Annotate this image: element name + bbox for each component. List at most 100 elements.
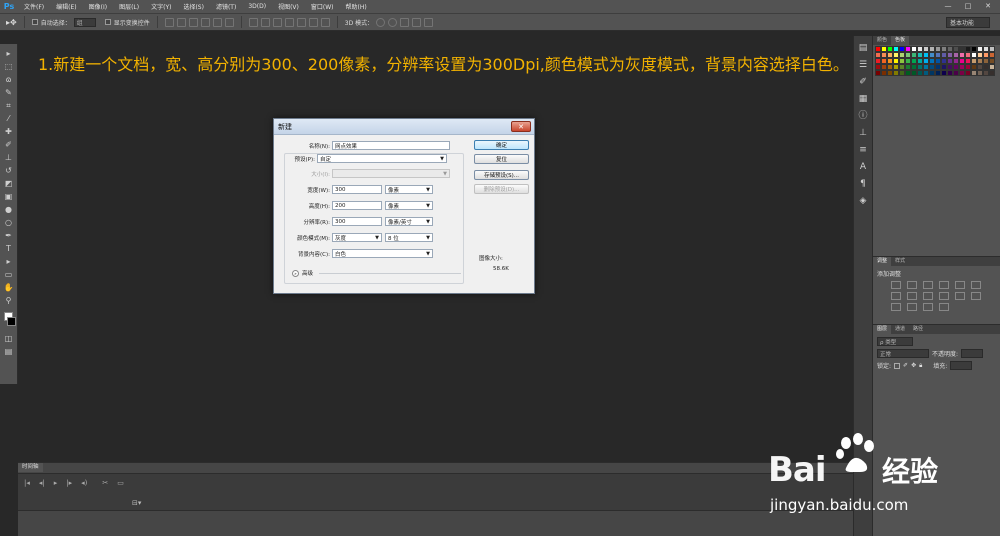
hand-tool-icon[interactable]: ✋ [2, 282, 15, 294]
lock-transparency-icon[interactable] [894, 362, 901, 369]
color-lookup-icon[interactable] [955, 292, 965, 300]
threshold-icon[interactable] [907, 303, 917, 311]
distribute-top-icon[interactable] [248, 17, 258, 27]
tab-adjustments[interactable]: 调整 [873, 257, 892, 266]
align-left-icon[interactable] [200, 17, 210, 27]
resolution-unit-select[interactable]: 像素/英寸 ▼ [385, 217, 433, 226]
tab-swatches[interactable]: 色板 [891, 36, 910, 45]
advanced-toggle[interactable]: » 高级 [292, 269, 462, 277]
hue-saturation-icon[interactable] [971, 281, 981, 289]
screen-mode-icon[interactable]: ▤ [2, 346, 15, 358]
gradient-map-icon[interactable] [923, 303, 933, 311]
distribute-vcenter-icon[interactable] [260, 17, 270, 27]
lock-all-icon[interactable]: 🔒︎ [919, 362, 922, 370]
next-frame-icon[interactable]: |▸ [66, 479, 72, 487]
character-panel-icon[interactable]: A [857, 161, 869, 173]
blur-tool-icon[interactable]: ● [2, 204, 15, 216]
opacity-input[interactable] [961, 349, 984, 358]
play-icon[interactable]: ▸ [54, 479, 58, 487]
paragraph-styles-icon[interactable]: ¶ [857, 178, 869, 190]
posterize-icon[interactable] [891, 303, 901, 311]
frames-menu-icon[interactable]: ⊟▾ [132, 499, 141, 507]
eraser-tool-icon[interactable]: ◩ [2, 178, 15, 190]
brush-panel-icon[interactable]: ✐ [857, 76, 869, 88]
menu-window[interactable]: 窗口(W) [305, 2, 340, 11]
color-mode-select[interactable]: 灰度 ▼ [332, 233, 382, 242]
tab-timeline[interactable]: 时间轴 [18, 463, 43, 472]
channel-mixer-icon[interactable] [939, 292, 949, 300]
menu-select[interactable]: 选择(S) [177, 2, 210, 11]
eyedropper-tool-icon[interactable]: ⁄ [2, 113, 15, 125]
type-tool-icon[interactable]: T [2, 243, 15, 255]
marquee-tool-icon[interactable]: ⬚ [2, 61, 15, 73]
menu-help[interactable]: 帮助(H) [340, 2, 373, 11]
black-white-icon[interactable] [907, 292, 917, 300]
lock-position-icon[interactable]: ✥ [911, 362, 916, 369]
history-panel-icon[interactable]: ▤ [857, 42, 869, 54]
ok-button[interactable]: 确定 [474, 140, 529, 150]
swatch-cell[interactable] [989, 70, 995, 76]
menu-edit[interactable]: 编辑(E) [50, 2, 82, 11]
reset-button[interactable]: 复位 [474, 154, 529, 164]
history-brush-tool-icon[interactable]: ↺ [2, 165, 15, 177]
save-preset-button[interactable]: 存储预设(S)... [474, 170, 529, 180]
quick-mask-icon[interactable]: ◫ [2, 333, 15, 345]
tab-layers[interactable]: 图层 [873, 325, 892, 334]
distribute-hcenter-icon[interactable] [296, 17, 306, 27]
resolution-input[interactable]: 300 [332, 217, 382, 226]
3d-roll-icon[interactable] [388, 17, 398, 27]
gradient-tool-icon[interactable]: ▣ [2, 191, 15, 203]
crop-tool-icon[interactable]: ⌗ [2, 100, 15, 112]
align-vcenter-icon[interactable] [176, 17, 186, 27]
path-select-tool-icon[interactable]: ▸ [2, 256, 15, 268]
prev-frame-icon[interactable]: ◂| [39, 479, 45, 487]
menu-filter[interactable]: 滤镜(T) [210, 2, 242, 11]
brush-tool-icon[interactable]: ✐ [2, 139, 15, 151]
healing-brush-tool-icon[interactable]: ✚ [2, 126, 15, 138]
align-top-icon[interactable] [164, 17, 174, 27]
distribute-left-icon[interactable] [284, 17, 294, 27]
selective-color-icon[interactable] [939, 303, 949, 311]
auto-select-checkbox[interactable] [31, 19, 38, 25]
levels-icon[interactable] [907, 281, 917, 289]
brush-presets-icon[interactable]: ▦ [857, 93, 869, 105]
info-panel-icon[interactable]: ⓘ [857, 110, 869, 122]
transition-icon[interactable]: ▭ [117, 479, 124, 487]
dodge-tool-icon[interactable]: ○ [2, 217, 15, 229]
audio-icon[interactable]: ◂) [81, 479, 87, 487]
clone-stamp-tool-icon[interactable]: ⊥ [2, 152, 15, 164]
width-input[interactable]: 300 [332, 185, 382, 194]
menu-file[interactable]: 文件(F) [18, 2, 50, 11]
close-window-button[interactable]: ✕ [980, 1, 996, 11]
lasso-tool-icon[interactable]: ɷ [2, 74, 15, 86]
tab-channels[interactable]: 通道 [891, 325, 909, 334]
3d-slide-icon[interactable] [412, 17, 422, 27]
workspace-switcher[interactable]: 基本功能 [946, 17, 990, 28]
menu-3d[interactable]: 3D(D) [242, 3, 272, 10]
menu-layer[interactable]: 图层(L) [113, 2, 145, 11]
properties-panel-icon[interactable]: ☰ [857, 59, 869, 71]
menu-view[interactable]: 视图(V) [272, 2, 305, 11]
auto-select-dropdown[interactable]: 组 [73, 17, 96, 27]
lock-pixels-icon[interactable]: ✐ [903, 362, 908, 369]
tab-paths[interactable]: 路径 [909, 325, 927, 334]
menu-image[interactable]: 图像(I) [83, 2, 113, 11]
minimize-button[interactable]: — [940, 1, 956, 11]
background-color-swatch[interactable] [7, 317, 16, 326]
preset-select[interactable]: 自定 ▼ [317, 154, 447, 163]
background-select[interactable]: 白色 ▼ [332, 249, 433, 258]
3d-rotate-icon[interactable] [376, 17, 386, 27]
shape-tool-icon[interactable]: ▭ [2, 269, 15, 281]
3d-panel-icon[interactable]: ◈ [857, 195, 869, 207]
dialog-close-button[interactable]: ✕ [511, 121, 531, 132]
align-bottom-icon[interactable] [188, 17, 198, 27]
color-balance-icon[interactable] [891, 292, 901, 300]
height-unit-select[interactable]: 像素 ▼ [385, 201, 433, 210]
invert-icon[interactable] [971, 292, 981, 300]
move-tool-icon[interactable]: ▸ [2, 48, 15, 60]
height-input[interactable]: 200 [332, 201, 382, 210]
tab-color[interactable]: 颜色 [873, 36, 891, 45]
pen-tool-icon[interactable]: ✒ [2, 230, 15, 242]
distribute-right-icon[interactable] [308, 17, 318, 27]
auto-align-icon[interactable] [320, 17, 330, 27]
